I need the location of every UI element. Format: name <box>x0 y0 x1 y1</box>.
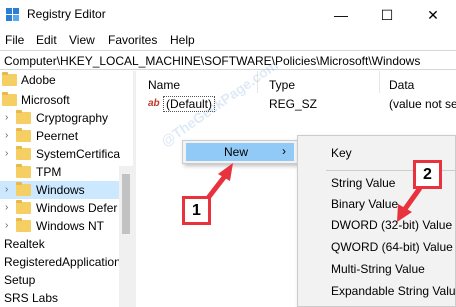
tree-item-label: Cryptography <box>36 111 109 125</box>
folder-icon <box>16 164 31 178</box>
submenu-item-expandable-string-value[interactable]: Expandable String Value <box>331 284 456 298</box>
tree-item-setup[interactable]: Setup <box>0 271 133 289</box>
folder-icon <box>16 110 31 124</box>
tree-scrollbar[interactable] <box>119 166 133 307</box>
chevron-right-icon[interactable]: › <box>5 112 13 124</box>
tree-item-label: TPM <box>36 165 62 179</box>
submenu-item-dword-value[interactable]: DWORD (32-bit) Value <box>331 218 452 232</box>
context-menu-new[interactable]: New › <box>186 143 294 161</box>
tree-item-windows[interactable]: › Windows <box>0 181 133 199</box>
tree-item-label: Microsoft <box>21 93 70 107</box>
tree-item-windows-defender[interactable]: › Windows Defer <box>0 199 133 217</box>
minimize-button[interactable]: — <box>318 0 364 30</box>
tree-item-label: Windows Defer <box>36 201 118 215</box>
tree-item-tpm[interactable]: TPM <box>0 163 133 181</box>
tree-item-peernet[interactable]: › Peernet <box>0 127 133 145</box>
value-data: (value not se <box>389 97 456 111</box>
chevron-right-icon[interactable]: › <box>5 202 13 214</box>
submenu-item-string-value[interactable]: String Value <box>331 176 395 190</box>
window-title: Registry Editor <box>27 7 106 21</box>
tree-item-label: Setup <box>4 273 36 287</box>
title-bar: Registry Editor — ☐ ✕ <box>0 0 456 30</box>
folder-icon <box>16 182 31 196</box>
tree-item-label: SystemCertifica <box>36 147 121 161</box>
address-bar[interactable]: Computer\HKEY_LOCAL_MACHINE\SOFTWARE\Pol… <box>0 50 456 70</box>
column-header-name[interactable]: Name <box>148 78 180 92</box>
column-divider[interactable] <box>379 71 380 93</box>
menu-help[interactable]: Help <box>170 33 195 47</box>
scrollbar-thumb[interactable] <box>122 174 130 234</box>
folder-icon <box>16 218 31 232</box>
chevron-right-icon[interactable]: › <box>5 130 13 142</box>
submenu-item-key[interactable]: Key <box>331 146 352 160</box>
tree-item-windows-nt[interactable]: › Windows NT <box>0 217 133 235</box>
context-menu: New › <box>182 140 298 164</box>
menu-file[interactable]: File <box>5 33 24 47</box>
tree-item-realtek[interactable]: Realtek <box>0 235 133 253</box>
tree-item-label: Windows <box>36 183 85 197</box>
close-button[interactable]: ✕ <box>410 0 456 30</box>
tree-item-label: Adobe <box>21 73 56 87</box>
menu-bar: File Edit View Favorites Help <box>0 30 456 50</box>
new-label: New <box>224 145 249 159</box>
tree-item-label: RegisteredApplication <box>4 255 121 269</box>
tree-item-systemcertificates[interactable]: › SystemCertifica <box>0 145 133 163</box>
tree-item-srs-labs[interactable]: SRS Labs <box>0 289 133 307</box>
chevron-right-icon: › <box>282 144 286 158</box>
tree-item-registeredapplications[interactable]: RegisteredApplication <box>0 253 133 271</box>
menu-edit[interactable]: Edit <box>36 33 57 47</box>
tree-item-label: Windows NT <box>36 219 105 233</box>
tree-item-microsoft[interactable]: Microsoft <box>0 91 133 109</box>
registry-editor-app-icon <box>6 8 20 22</box>
tree-item-label: SRS Labs <box>4 291 59 305</box>
submenu-item-binary-value[interactable]: Binary Value <box>331 197 398 211</box>
chevron-right-icon[interactable]: › <box>5 148 13 160</box>
tree-item-cryptography[interactable]: › Cryptography <box>0 109 133 127</box>
tree-item-label: Peernet <box>36 129 79 143</box>
menu-view[interactable]: View <box>69 33 95 47</box>
tree-item-label: Realtek <box>4 237 45 251</box>
folder-icon <box>16 146 31 160</box>
value-type: REG_SZ <box>269 97 318 111</box>
tree-item-adobe[interactable]: Adobe <box>0 71 133 89</box>
folder-icon <box>2 92 17 106</box>
column-header-type[interactable]: Type <box>269 78 295 92</box>
chevron-right-icon[interactable]: › <box>5 220 13 232</box>
registry-tree[interactable]: Adobe Microsoft › Cryptography › Peernet… <box>0 71 133 307</box>
folder-icon <box>16 128 31 142</box>
maximize-button[interactable]: ☐ <box>364 0 410 30</box>
step-badge-1: 1 <box>182 196 211 225</box>
submenu-item-multi-string-value[interactable]: Multi-String Value <box>331 262 425 276</box>
string-value-icon: ab <box>148 98 160 109</box>
menu-favorites[interactable]: Favorites <box>108 33 157 47</box>
folder-icon <box>2 72 17 86</box>
step-badge-2: 2 <box>413 160 442 189</box>
submenu-item-qword-value[interactable]: QWORD (64-bit) Value <box>331 240 453 254</box>
address-path[interactable]: Computer\HKEY_LOCAL_MACHINE\SOFTWARE\Pol… <box>4 54 420 68</box>
folder-icon <box>16 200 31 214</box>
chevron-right-icon[interactable]: › <box>5 184 13 196</box>
column-header-data[interactable]: Data <box>389 78 414 92</box>
